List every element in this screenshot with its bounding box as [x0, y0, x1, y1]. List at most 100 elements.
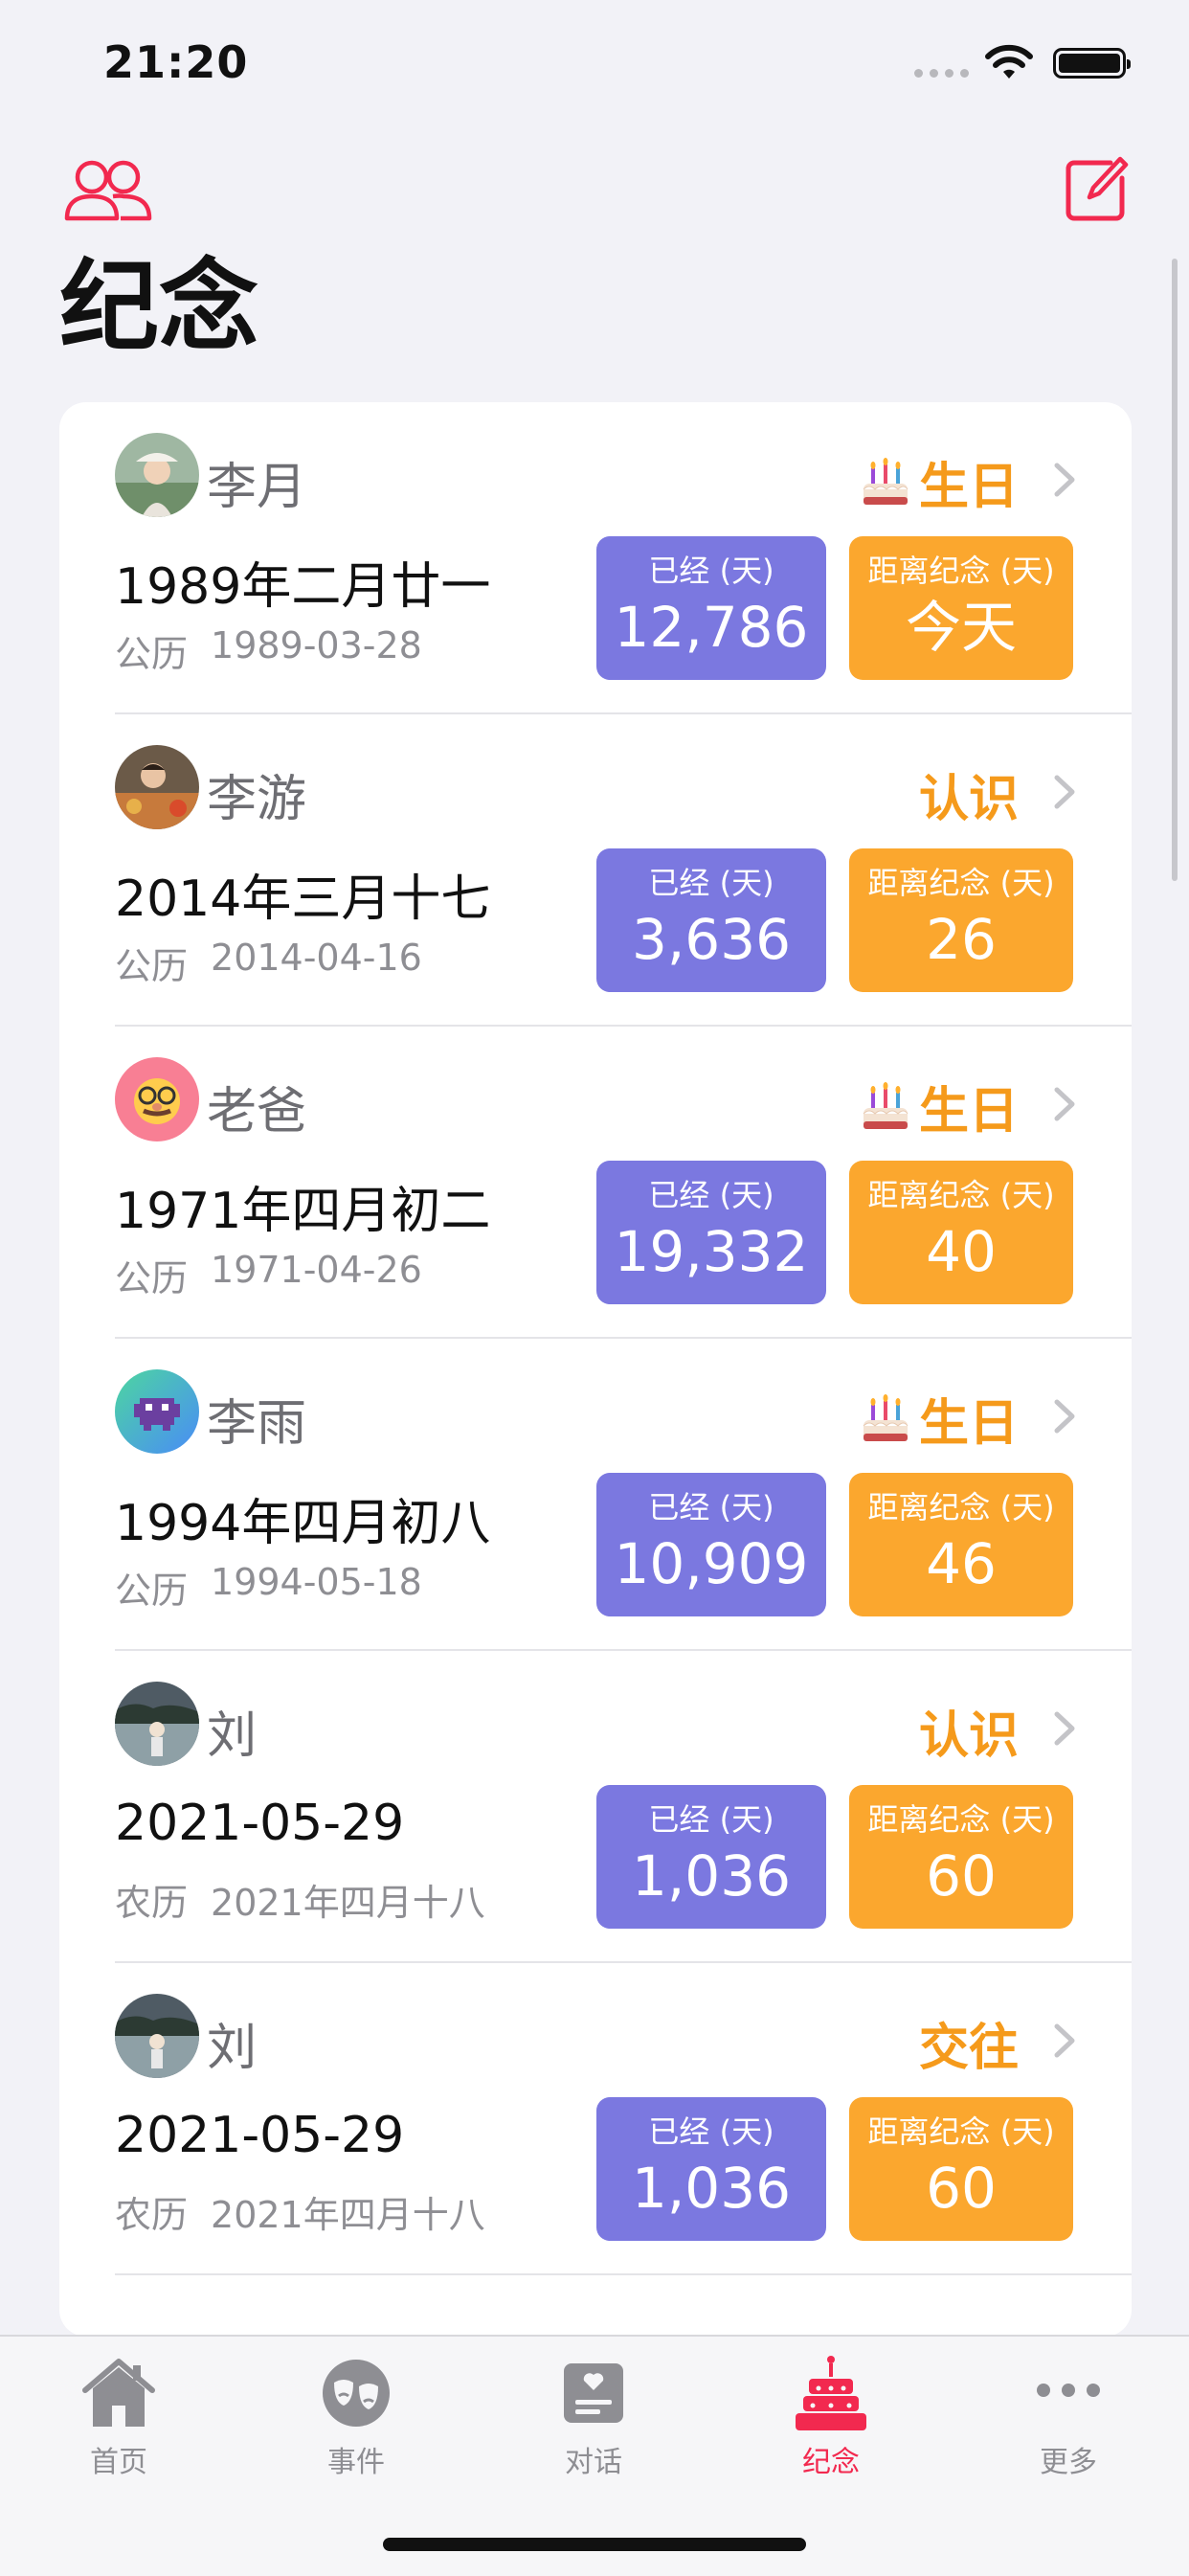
days-until-label: 距离纪念 (天)	[867, 1177, 1055, 1213]
elapsed-days-value: 1,036	[631, 1843, 792, 1909]
secondary-date: 公历 1971-04-26	[115, 1249, 422, 1301]
elapsed-days-label: 已经 (天)	[648, 553, 774, 589]
days-until-box: 距离纪念 (天) 60	[849, 2097, 1073, 2241]
converted-date: 1971-04-26	[211, 1249, 422, 1291]
days-until-label: 距离纪念 (天)	[867, 1801, 1055, 1838]
primary-date: 1989年二月廿一	[115, 558, 491, 616]
days-until-box: 距离纪念 (天) 46	[849, 1473, 1073, 1616]
wifi-icon	[985, 44, 1033, 79]
cellular-signal-icon	[914, 69, 969, 78]
elapsed-days-value: 10,909	[614, 1531, 809, 1596]
days-until-label: 距离纪念 (天)	[867, 865, 1055, 901]
anniversary-type-label: 认识	[918, 771, 1019, 828]
anniversary-row[interactable]: 李雨 生日 1994年四月初八 公历 1994-05-18 已经 (天) 10,9…	[59, 1339, 1132, 1651]
days-until-box: 距离纪念 (天) 今天	[849, 536, 1073, 680]
tab-label: 对话	[565, 2446, 622, 2479]
avatar	[115, 433, 199, 517]
person-name: 刘	[207, 2020, 258, 2077]
days-until-value: 今天	[905, 595, 1017, 660]
days-until-box: 距离纪念 (天) 26	[849, 848, 1073, 992]
anniversary-row[interactable]: 李游 认识 2014年三月十七 公历 2014-04-16 已经 (天) 3,63…	[59, 714, 1132, 1027]
tab-events[interactable]: 事件	[260, 2352, 452, 2480]
days-until-box: 距离纪念 (天) 60	[849, 1785, 1073, 1929]
primary-date: 2021-05-29	[115, 1795, 405, 1852]
birthday-cake-icon	[796, 2356, 866, 2430]
chevron-right-icon	[1054, 1087, 1075, 1121]
converted-date: 2021年四月十八	[211, 2194, 485, 2236]
anniversary-type: 生日	[858, 446, 1019, 518]
elapsed-days-label: 已经 (天)	[648, 1801, 774, 1838]
tab-label: 更多	[1040, 2446, 1097, 2479]
chat-card-icon	[564, 2363, 623, 2423]
calendar-type: 公历	[115, 633, 189, 675]
tab-label: 纪念	[802, 2446, 860, 2479]
days-until-value: 46	[926, 1531, 997, 1596]
person-name: 老爸	[207, 1083, 307, 1141]
chevron-right-icon	[1054, 1399, 1075, 1434]
days-until-value: 26	[926, 907, 997, 972]
anniversary-list[interactable]: 李月 生日 1989年二月廿一 公历 1989-03-28 已经 (天) 12,7…	[59, 402, 1132, 2337]
person-name: 李月	[207, 459, 307, 516]
days-until-label: 距离纪念 (天)	[867, 553, 1055, 589]
page-title: 纪念	[59, 248, 259, 365]
person-name: 李游	[207, 771, 307, 828]
elapsed-days-box: 已经 (天) 12,786	[596, 536, 826, 680]
tab-more[interactable]: 更多	[973, 2352, 1164, 2480]
converted-date: 2014-04-16	[211, 937, 422, 979]
converted-date: 2021年四月十八	[211, 1882, 485, 1924]
avatar	[115, 745, 199, 829]
anniversary-type-label: 生日	[918, 1395, 1019, 1453]
tab-chat[interactable]: 对话	[498, 2352, 689, 2480]
elapsed-days-value: 1,036	[631, 2156, 792, 2221]
secondary-date: 公历 2014-04-16	[115, 937, 422, 989]
elapsed-days-label: 已经 (天)	[648, 865, 774, 901]
primary-date: 2021-05-29	[115, 2107, 405, 2164]
avatar	[115, 1682, 199, 1766]
days-until-value: 60	[926, 2156, 997, 2221]
secondary-date: 农历 2021年四月十八	[115, 2185, 485, 2238]
anniversary-row[interactable]: 刘 认识 2021-05-29 农历 2021年四月十八 已经 (天) 1,036…	[59, 1651, 1132, 1963]
theater-masks-icon	[323, 2360, 390, 2427]
anniversary-row[interactable]: 李月 生日 1989年二月廿一 公历 1989-03-28 已经 (天) 12,7…	[59, 402, 1132, 714]
chevron-right-icon	[1054, 463, 1075, 497]
days-until-label: 距离纪念 (天)	[867, 1489, 1055, 1525]
cake-icon	[863, 1081, 909, 1129]
anniversary-row[interactable]: 刘 交往 2021-05-29 农历 2021年四月十八 已经 (天) 1,036…	[59, 1963, 1132, 2275]
days-until-value: 60	[926, 1843, 997, 1909]
scroll-indicator[interactable]	[1172, 259, 1178, 881]
battery-icon	[1053, 48, 1131, 79]
elapsed-days-box: 已经 (天) 19,332	[596, 1161, 826, 1304]
people-icon[interactable]	[63, 158, 153, 221]
tab-label: 首页	[90, 2446, 147, 2479]
elapsed-days-box: 已经 (天) 3,636	[596, 848, 826, 992]
avatar	[115, 1057, 199, 1141]
tab-home[interactable]: 首页	[23, 2352, 214, 2480]
elapsed-days-value: 12,786	[614, 595, 809, 660]
anniversary-row[interactable]: 老爸 生日 1971年四月初二 公历 1971-04-26 已经 (天) 19,3…	[59, 1027, 1132, 1339]
elapsed-days-label: 已经 (天)	[648, 1177, 774, 1213]
home-indicator	[383, 2538, 806, 2551]
calendar-type: 公历	[115, 1570, 189, 1612]
elapsed-days-value: 3,636	[631, 907, 792, 972]
converted-date: 1989-03-28	[211, 624, 422, 667]
calendar-type: 农历	[115, 1882, 189, 1924]
converted-date: 1994-05-18	[211, 1561, 422, 1603]
chevron-right-icon	[1054, 775, 1075, 809]
days-until-box: 距离纪念 (天) 40	[849, 1161, 1073, 1304]
chevron-right-icon	[1054, 1711, 1075, 1746]
anniversary-type: 认识	[919, 758, 1019, 830]
anniversary-type: 认识	[919, 1695, 1019, 1767]
person-name: 刘	[207, 1707, 258, 1765]
secondary-date: 公历 1989-03-28	[115, 624, 422, 677]
compose-icon[interactable]	[1061, 153, 1130, 222]
days-until-value: 40	[926, 1219, 997, 1284]
anniversary-type-label: 生日	[918, 1083, 1019, 1141]
secondary-date: 农历 2021年四月十八	[115, 1873, 485, 1926]
avatar	[115, 1369, 199, 1454]
elapsed-days-box: 已经 (天) 10,909	[596, 1473, 826, 1616]
tab-anniversary[interactable]: 纪念	[735, 2352, 927, 2480]
anniversary-type: 生日	[858, 1071, 1019, 1142]
tab-label: 事件	[327, 2446, 385, 2479]
secondary-date: 公历 1994-05-18	[115, 1561, 422, 1614]
chevron-right-icon	[1054, 2023, 1075, 2058]
